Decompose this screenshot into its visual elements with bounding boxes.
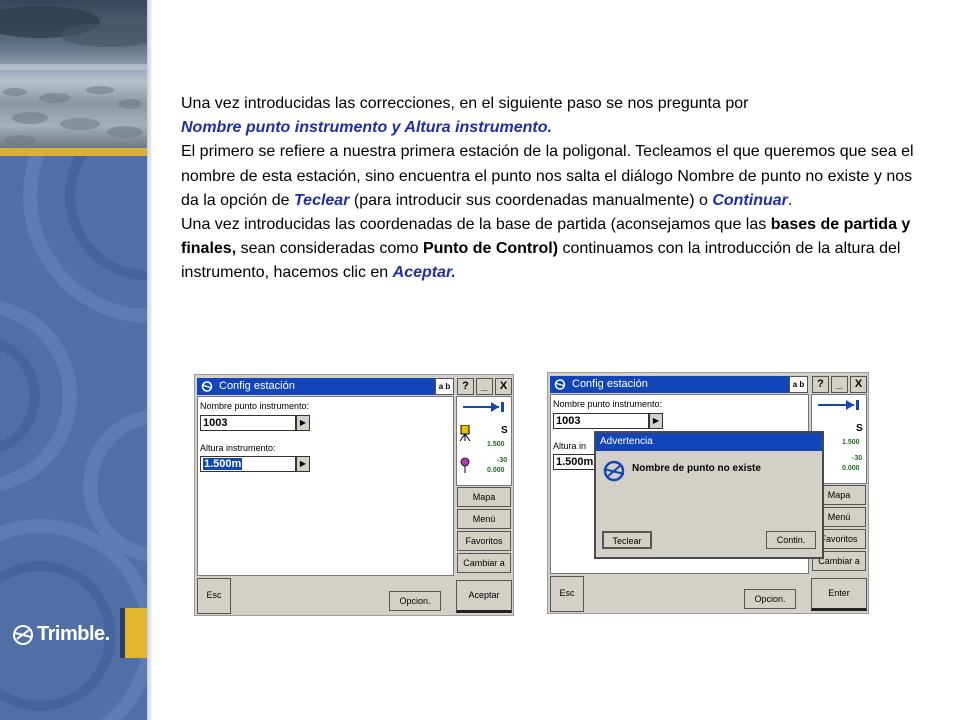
bold-punto-control: Punto de Control) [422,240,559,258]
enter-button[interactable]: Enter [811,578,867,611]
esc-button[interactable]: Esc [197,578,231,614]
window-titlebar: Config estación [197,378,435,395]
close-button[interactable]: X [850,376,867,393]
gps-s-label: S [501,425,508,436]
instrument-name-field[interactable]: 1003 [200,415,296,431]
side-band: Trimble. [0,0,147,720]
instrument-height-field[interactable]: 1.500m [200,456,296,472]
accept-button[interactable]: Aceptar [456,580,512,613]
trimble-logo: Trimble. [12,623,110,646]
slide-body-text: Una vez introducidas las correcciones, e… [181,92,921,286]
paragraph-2: El primero se refiere a nuestra primera … [181,143,914,209]
warning-dialog: Advertencia Nombre de punto no existe Te… [594,431,824,559]
trimble-window-icon [554,379,566,390]
device-screen-warning: Config estación a b ? _ X Nombre punto i… [547,372,869,614]
logo-text: Trimble. [37,623,110,645]
side-button-cambiar[interactable]: Cambiar a [457,553,511,573]
window-title: Config estación [572,378,648,390]
help-button[interactable]: ? [812,376,829,393]
height-arrow-button[interactable]: ▶ [296,456,310,472]
instrument-height-label: Altura in [553,441,587,451]
name-arrow-button[interactable]: ▶ [649,413,663,429]
minimize-button[interactable]: _ [831,376,848,393]
teclear-button[interactable]: Teclear [602,531,652,549]
instrument-height-label: Altura instrumento: [200,443,276,453]
trimble-globe-icon [13,624,33,645]
side-button-menu[interactable]: Menú [457,509,511,529]
esc-button[interactable]: Esc [550,576,584,612]
trimble-window-icon [201,381,213,392]
instrument-arrow-icon [818,400,859,410]
paragraph-3: Una vez introducidas las coordenadas de … [181,216,911,282]
close-button[interactable]: X [495,378,512,395]
side-button-favoritos[interactable]: Favoritos [457,531,511,551]
device-screen-config-estacion: Config estación a b ? _ X Nombre punto i… [194,374,514,616]
emphasis-continuar: Continuar [712,191,788,209]
window-titlebar: Config estación [550,376,789,393]
logo-accent-bar [120,608,147,658]
dialog-title: Advertencia [596,433,822,451]
header-photo [0,0,147,148]
emphasis-fields: Nombre punto instrumento y Altura instru… [181,119,552,137]
instrument-name-field[interactable]: 1003 [553,413,649,429]
gps-s-label: S [856,423,863,434]
side-button-mapa[interactable]: Mapa [457,487,511,507]
tripod-icon [459,425,471,441]
options-button[interactable]: Opcion. [389,591,441,611]
gps-value-1: 1.500 [487,441,505,448]
prism-icon [460,457,470,473]
window-title: Config estación [219,380,295,392]
continue-button[interactable]: Contin. [766,531,816,549]
gps-value-3: 0.000 [842,465,860,472]
gold-stripe [0,148,147,156]
gps-value-2: -30 [852,455,863,462]
trimble-warning-icon [603,460,625,482]
form-panel: Nombre punto instrumento: 1003 ▶ Altura … [197,396,454,576]
emphasis-aceptar: Aceptar. [392,264,456,282]
instrument-arrow-icon [463,402,504,412]
help-button[interactable]: ? [457,378,474,395]
emphasis-teclear: Teclear [293,191,350,209]
gps-value-1: 1.500 [842,439,860,446]
instrument-name-label: Nombre punto instrumento: [200,401,310,411]
gps-value-2: -30 [497,457,508,464]
keyboard-toggle-button[interactable]: a b [435,378,454,395]
name-arrow-button[interactable]: ▶ [296,415,310,431]
dialog-message: Nombre de punto no existe [632,463,761,474]
minimize-button[interactable]: _ [476,378,493,395]
paragraph-1: Una vez introducidas las correcciones, e… [181,95,749,137]
keyboard-toggle-button[interactable]: a b [789,376,808,393]
instrument-name-label: Nombre punto instrumento: [553,399,663,409]
gps-value-3: 0.000 [487,467,505,474]
options-button[interactable]: Opcion. [744,589,796,609]
status-panel: S 1.500 -30 0.000 [456,396,512,486]
band-edge-shadow [147,0,153,720]
